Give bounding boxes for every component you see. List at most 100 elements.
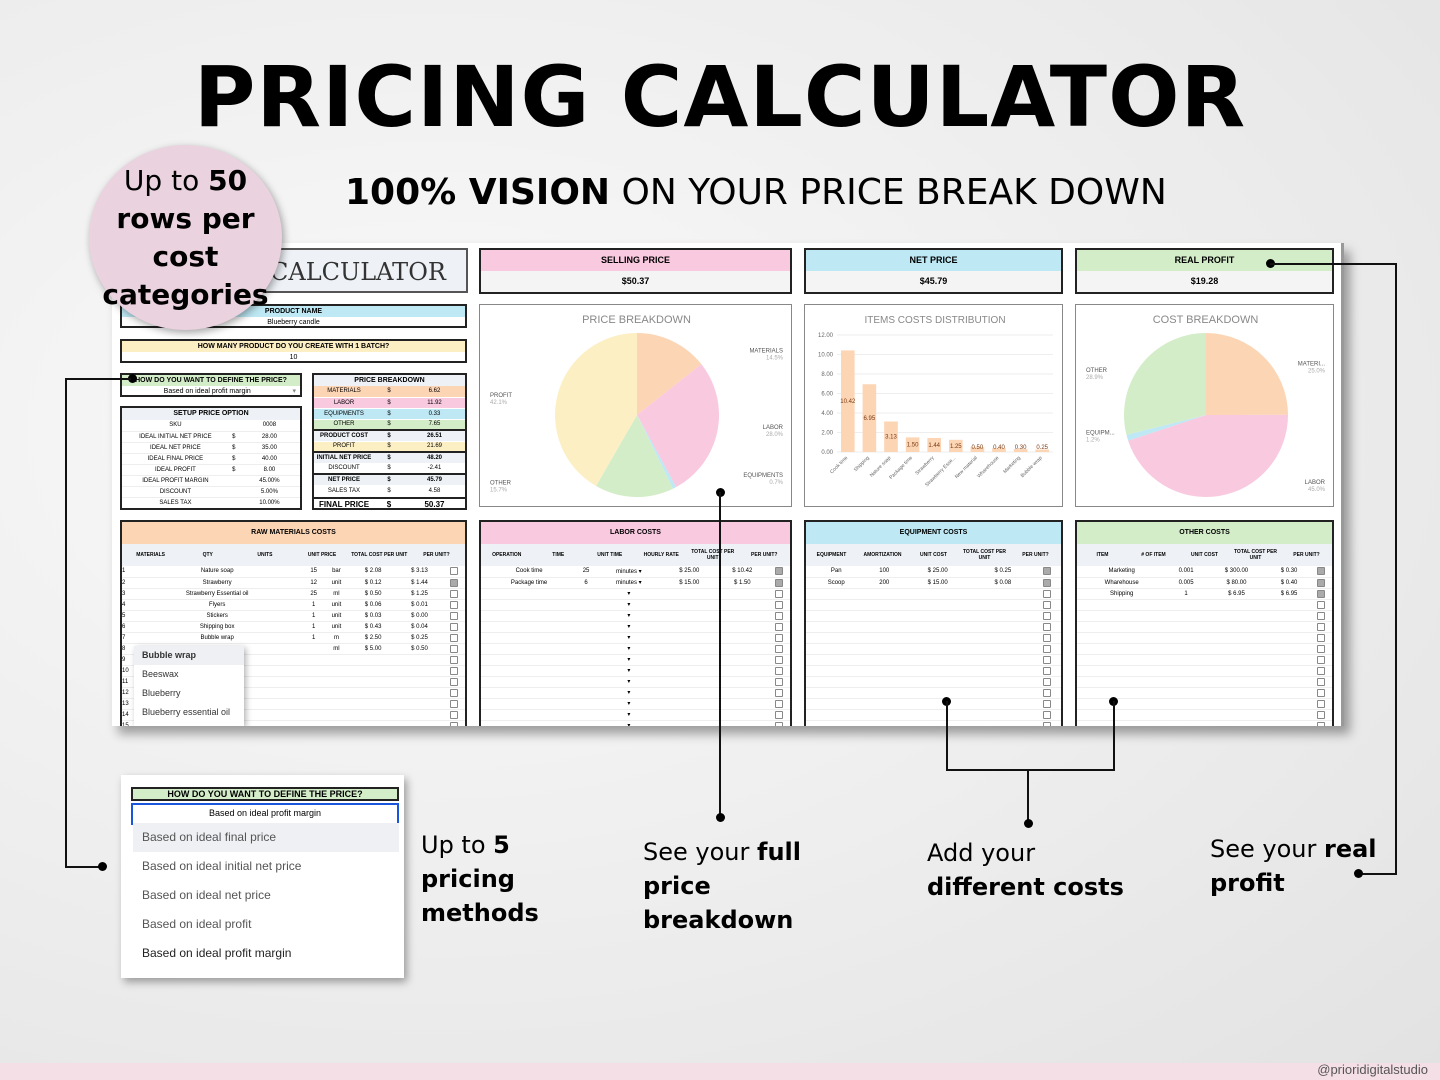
units[interactable]: [322, 709, 350, 721]
num-items[interactable]: 0.005: [1166, 577, 1206, 589]
operation[interactable]: [481, 698, 578, 710]
item[interactable]: [1077, 621, 1167, 633]
equipment[interactable]: [806, 709, 867, 721]
per-unit-checkbox[interactable]: [1032, 621, 1061, 633]
per-unit-checkbox[interactable]: [1032, 665, 1061, 677]
per-unit-checkbox[interactable]: [1310, 698, 1332, 710]
equipment[interactable]: [806, 720, 867, 726]
unit-price[interactable]: [349, 698, 397, 710]
units[interactable]: [322, 665, 350, 677]
total-cost[interactable]: $ 0.40: [1267, 577, 1311, 589]
time[interactable]: 6: [577, 577, 595, 589]
checkbox[interactable]: [1317, 600, 1326, 609]
unit-cost[interactable]: [1205, 665, 1268, 677]
hourly-rate[interactable]: $ 15.00: [662, 577, 716, 589]
unit-price[interactable]: $ 0.43: [349, 621, 397, 633]
units[interactable]: ml: [322, 643, 350, 655]
time[interactable]: [577, 698, 595, 710]
total-cost[interactable]: [973, 676, 1033, 688]
unit-price[interactable]: [349, 654, 397, 666]
operation[interactable]: [481, 665, 578, 677]
checkbox[interactable]: [449, 721, 458, 726]
unit-cost[interactable]: [1205, 643, 1268, 655]
amortization[interactable]: [866, 610, 903, 622]
units[interactable]: unit: [322, 621, 350, 633]
total-cost[interactable]: [973, 720, 1033, 726]
amortization[interactable]: 100: [866, 566, 903, 578]
operation[interactable]: [481, 687, 578, 699]
unit-time[interactable]: ▾: [594, 698, 663, 710]
unit-price[interactable]: [349, 709, 397, 721]
total-cost[interactable]: [396, 720, 443, 726]
total-cost[interactable]: [715, 643, 769, 655]
material-name[interactable]: Strawberry Essential oil: [130, 588, 305, 600]
operation[interactable]: [481, 709, 578, 721]
per-unit-checkbox[interactable]: [1310, 687, 1332, 699]
unit-cost[interactable]: $ 6.95: [1205, 588, 1268, 600]
units[interactable]: [322, 698, 350, 710]
unit-cost[interactable]: $ 300.00: [1205, 566, 1268, 578]
unit-price[interactable]: [349, 676, 397, 688]
checkbox[interactable]: [775, 710, 784, 719]
qty[interactable]: [304, 709, 323, 721]
material-name[interactable]: Nature soap: [130, 566, 305, 578]
item[interactable]: [1077, 709, 1167, 721]
checkbox[interactable]: [449, 688, 458, 697]
unit-cost[interactable]: [902, 654, 974, 666]
checkbox[interactable]: [775, 600, 784, 609]
suggestion-item[interactable]: Blueberry: [134, 684, 244, 703]
unit-price[interactable]: $ 0.06: [349, 599, 397, 611]
per-unit-checkbox[interactable]: [768, 577, 790, 589]
total-cost[interactable]: [715, 709, 769, 721]
time[interactable]: [577, 610, 595, 622]
total-cost[interactable]: $ 3.13: [396, 566, 443, 578]
material-name[interactable]: Flyers: [130, 599, 305, 611]
num-items[interactable]: [1166, 687, 1206, 699]
per-unit-checkbox[interactable]: [1032, 687, 1061, 699]
total-cost[interactable]: $ 0.08: [973, 577, 1033, 589]
hourly-rate[interactable]: [662, 709, 716, 721]
hourly-rate[interactable]: [662, 698, 716, 710]
setup-cell[interactable]: 5.00%: [238, 486, 300, 498]
checkbox[interactable]: [1042, 633, 1051, 642]
per-unit-checkbox[interactable]: [1032, 599, 1061, 611]
material-name[interactable]: Shipping box: [130, 621, 305, 633]
equipment[interactable]: [806, 632, 867, 644]
checkbox[interactable]: [1042, 589, 1051, 598]
checkbox[interactable]: [1042, 622, 1051, 631]
operation[interactable]: [481, 632, 578, 644]
equipment[interactable]: [806, 621, 867, 633]
unit-cost[interactable]: [902, 588, 974, 600]
qty[interactable]: 25: [304, 588, 323, 600]
item[interactable]: [1077, 632, 1167, 644]
unit-cost[interactable]: [1205, 599, 1268, 611]
checkbox[interactable]: [775, 655, 784, 664]
checkbox[interactable]: [775, 677, 784, 686]
checkbox[interactable]: [1317, 655, 1326, 664]
total-cost[interactable]: [973, 643, 1033, 655]
total-cost[interactable]: [715, 654, 769, 666]
operation[interactable]: Package time: [481, 577, 578, 589]
unit-time[interactable]: ▾: [594, 676, 663, 688]
unit-time[interactable]: ▾: [594, 665, 663, 677]
per-unit-checkbox[interactable]: [1032, 610, 1061, 622]
total-cost[interactable]: [973, 599, 1033, 611]
operation[interactable]: [481, 676, 578, 688]
unit-cost[interactable]: $ 25.00: [902, 566, 974, 578]
total-cost[interactable]: [973, 632, 1033, 644]
total-cost[interactable]: [715, 621, 769, 633]
total-cost[interactable]: [1267, 665, 1311, 677]
hourly-rate[interactable]: [662, 643, 716, 655]
unit-cost[interactable]: $ 15.00: [902, 577, 974, 589]
per-unit-checkbox[interactable]: [768, 566, 790, 578]
checkbox[interactable]: [1042, 655, 1051, 664]
unit-cost[interactable]: [902, 643, 974, 655]
unit-time[interactable]: ▾: [594, 588, 663, 600]
checkbox[interactable]: [449, 589, 458, 598]
pricing-option[interactable]: Based on ideal initial net price: [133, 852, 399, 881]
amortization[interactable]: [866, 665, 903, 677]
checkbox[interactable]: [775, 611, 784, 620]
amortization[interactable]: [866, 621, 903, 633]
checkbox[interactable]: [1317, 644, 1326, 653]
time[interactable]: [577, 599, 595, 611]
